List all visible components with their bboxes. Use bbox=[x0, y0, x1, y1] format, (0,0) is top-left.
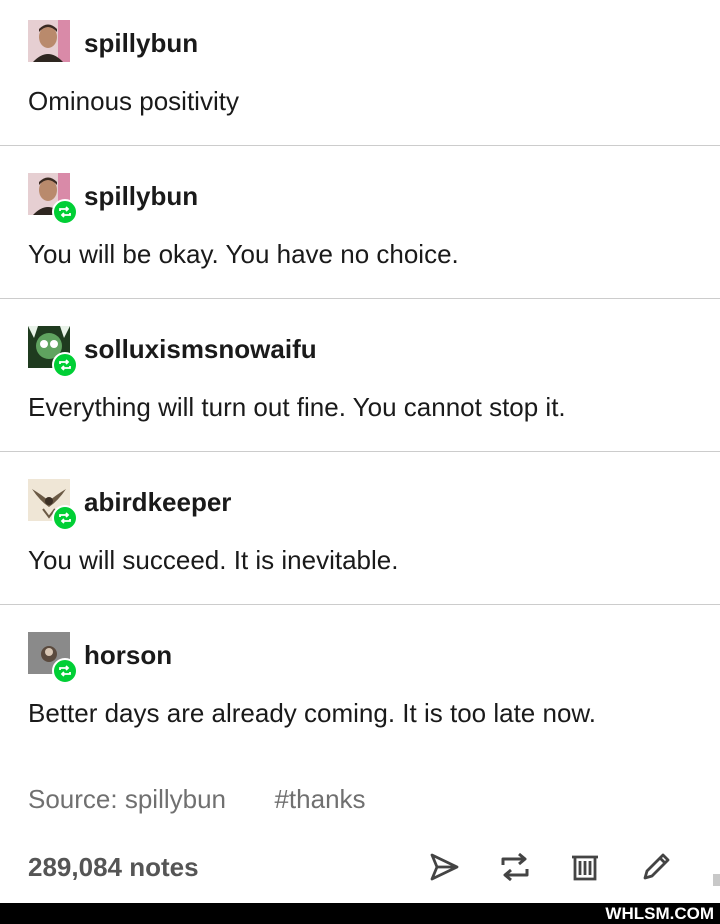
post-text: Ominous positivity bbox=[28, 86, 239, 116]
source-link[interactable]: Source: spillybun bbox=[28, 784, 226, 814]
post-text: Everything will turn out fine. You canno… bbox=[28, 392, 566, 422]
divider bbox=[0, 604, 720, 605]
divider bbox=[0, 451, 720, 452]
delete-icon[interactable] bbox=[566, 848, 604, 886]
notes-count[interactable]: 289,084 notes bbox=[28, 852, 199, 882]
reblog-badge-icon bbox=[52, 352, 78, 378]
post-meta: Source: spillybun #thanks bbox=[28, 784, 366, 814]
post-text: Better days are already coming. It is to… bbox=[28, 698, 596, 728]
username[interactable]: solluxismsnowaifu bbox=[84, 334, 317, 364]
reblog-badge-icon bbox=[52, 505, 78, 531]
share-icon[interactable] bbox=[425, 848, 463, 886]
reblog-badge-icon bbox=[52, 658, 78, 684]
reblog-icon[interactable] bbox=[496, 848, 534, 886]
watermark: WHLSM.COM bbox=[605, 904, 714, 923]
post-text: You will be okay. You have no choice. bbox=[28, 239, 459, 269]
username[interactable]: spillybun bbox=[84, 28, 198, 58]
avatar[interactable] bbox=[28, 20, 70, 62]
scrollbar[interactable] bbox=[713, 874, 720, 886]
reblog-badge-icon bbox=[52, 199, 78, 225]
username[interactable]: abirdkeeper bbox=[84, 487, 231, 517]
divider bbox=[0, 145, 720, 146]
divider bbox=[0, 298, 720, 299]
edit-icon[interactable] bbox=[637, 848, 675, 886]
username[interactable]: spillybun bbox=[84, 181, 198, 211]
post-text: You will succeed. It is inevitable. bbox=[28, 545, 399, 575]
username[interactable]: horson bbox=[84, 640, 172, 670]
tag-link[interactable]: #thanks bbox=[274, 784, 365, 814]
